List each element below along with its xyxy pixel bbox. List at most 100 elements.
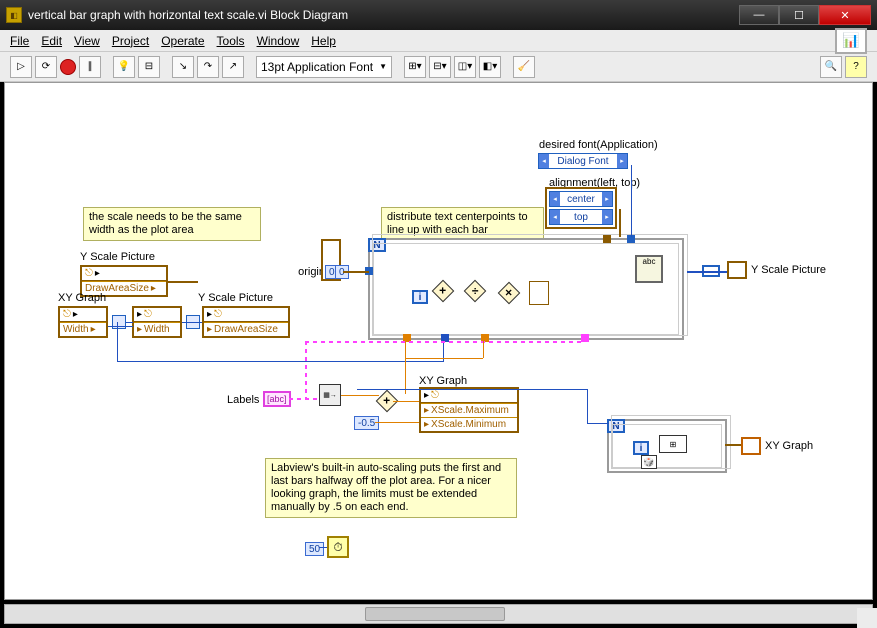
const-fifty[interactable]: 50 (305, 542, 324, 556)
label-yscale-out: Y Scale Picture (751, 264, 826, 276)
propnode-drawareasize2[interactable]: ▸⎋ ▸DrawAreaSize (202, 306, 290, 338)
resize-button[interactable]: ◫▾ (454, 56, 476, 78)
step-over-button[interactable]: ↷ (197, 56, 219, 78)
wire (108, 326, 133, 327)
wire (305, 341, 583, 343)
wire (631, 165, 632, 237)
scrollbar-thumb[interactable] (365, 607, 505, 621)
wire (126, 322, 133, 323)
wire (375, 422, 419, 423)
menu-file[interactable]: File (10, 34, 29, 48)
comment-autoscale[interactable]: Labview's built-in auto-scaling puts the… (265, 458, 517, 518)
bundle-function[interactable] (529, 281, 549, 305)
wire (341, 395, 379, 396)
help-button[interactable]: ? (845, 56, 867, 78)
resize-grip[interactable] (857, 608, 877, 628)
wire (393, 401, 419, 402)
link-icon: ⎋ (431, 390, 439, 401)
prop-drawareasize2: DrawAreaSize (214, 324, 278, 335)
label-labels: Labels (227, 394, 259, 406)
indicator-xygraph[interactable] (741, 437, 761, 455)
prop-xscale-min: XScale.Minimum (431, 419, 506, 430)
close-button[interactable]: ✕ (819, 5, 871, 25)
const-half[interactable]: -0.5 (354, 416, 379, 430)
menu-project[interactable]: Project (112, 34, 149, 48)
wire (168, 281, 198, 283)
propnode-xygraph-width[interactable]: ⎋▸ Width▸ (58, 306, 108, 338)
retain-button[interactable]: ⊟ (138, 56, 160, 78)
chevron-left-icon[interactable]: ◂ (539, 154, 549, 168)
label-yscale-picture: Y Scale Picture (80, 251, 155, 263)
wire (319, 547, 327, 548)
label-xygraph-out: XY Graph (765, 440, 813, 452)
wire (405, 338, 406, 394)
step-out-button[interactable]: ↗ (222, 56, 244, 78)
wire (289, 398, 319, 400)
font-dropdown[interactable]: 13pt Application Font ▼ (256, 56, 392, 78)
link-icon: ⎋ (63, 309, 71, 320)
draw-text-subvi[interactable]: abc (635, 255, 663, 283)
minimize-button[interactable]: — (739, 5, 779, 25)
wire (357, 389, 587, 390)
label-desired-font: desired font(Application) (539, 139, 658, 151)
abort-button[interactable] (60, 59, 76, 75)
label-origin: origin (291, 266, 325, 278)
propnode-xscale[interactable]: ▸⎋ ▸XScale.Maximum ▸XScale.Minimum (419, 387, 519, 433)
run-button[interactable]: ▷ (10, 56, 32, 78)
run-cont-button[interactable]: ⟳ (35, 56, 57, 78)
wire (619, 209, 621, 237)
enum-dialog-font[interactable]: ◂ Dialog Font ▸ (538, 153, 628, 169)
step-into-button[interactable]: ↘ (172, 56, 194, 78)
array-size-function[interactable]: ▦→ (319, 384, 341, 406)
wire (483, 338, 484, 358)
wire (687, 271, 727, 273)
wire (405, 358, 483, 359)
vi-icon[interactable]: 📊 (835, 28, 867, 54)
link-icon: ⎋ (85, 268, 93, 279)
menu-tools[interactable]: Tools (217, 34, 245, 48)
label-xygraph2: XY Graph (419, 375, 467, 387)
wire (117, 361, 443, 362)
menu-operate[interactable]: Operate (161, 34, 204, 48)
propnode-width2[interactable]: ▸⎋ ▸Width (132, 306, 182, 338)
window-title: vertical bar graph with horizontal text … (28, 8, 739, 22)
tunnel-top2[interactable] (603, 235, 611, 243)
cluster-alignment[interactable] (545, 187, 617, 229)
menu-view[interactable]: View (74, 34, 100, 48)
highlight-button[interactable]: 💡 (113, 56, 135, 78)
indicator-yscale-picture[interactable] (727, 261, 747, 279)
chevron-right-icon[interactable]: ▸ (617, 154, 627, 168)
wire (587, 423, 609, 424)
reorder-button[interactable]: ◧▾ (479, 56, 501, 78)
wire (182, 322, 202, 323)
menubar: File Edit View Project Operate Tools Win… (0, 30, 877, 52)
dice-random-function[interactable]: 🎲 (641, 455, 657, 469)
app-icon: ◧ (6, 7, 22, 23)
control-labels[interactable]: [abc] (263, 391, 291, 407)
horizontal-scrollbar[interactable] (4, 604, 873, 624)
bundle-i-subvi[interactable]: ⊞ (659, 435, 687, 453)
search-button[interactable]: 🔍 (820, 56, 842, 78)
prop-width2: Width (144, 324, 170, 335)
enum-value: Dialog Font (549, 156, 617, 167)
menu-edit[interactable]: Edit (41, 34, 62, 48)
block-diagram-canvas[interactable]: the scale needs to be the same width as … (5, 83, 872, 599)
prop-xscale-max: XScale.Maximum (431, 405, 509, 416)
maximize-button[interactable]: ☐ (779, 5, 819, 25)
wait-timer-function[interactable]: ⏱ (327, 536, 349, 558)
menu-help[interactable]: Help (311, 34, 336, 48)
toolbar: ▷ ⟳ ∥ 💡 ⊟ ↘ ↷ ↗ 13pt Application Font ▼ … (0, 52, 877, 82)
dropdown-arrow-icon: ▼ (379, 62, 387, 71)
cleanup-button[interactable]: 🧹 (513, 56, 535, 78)
comment-scale-width[interactable]: the scale needs to be the same width as … (83, 207, 261, 241)
prop-width: Width (63, 324, 89, 335)
wire (725, 444, 741, 446)
distribute-button[interactable]: ⊟▾ (429, 56, 451, 78)
menu-window[interactable]: Window (257, 34, 300, 48)
align-button[interactable]: ⊞▾ (404, 56, 426, 78)
link-icon: ⎋ (214, 309, 222, 320)
pause-button[interactable]: ∥ (79, 56, 101, 78)
font-label: 13pt Application Font (261, 60, 373, 74)
wire (117, 322, 118, 362)
label-xygraph: XY Graph (58, 292, 106, 304)
